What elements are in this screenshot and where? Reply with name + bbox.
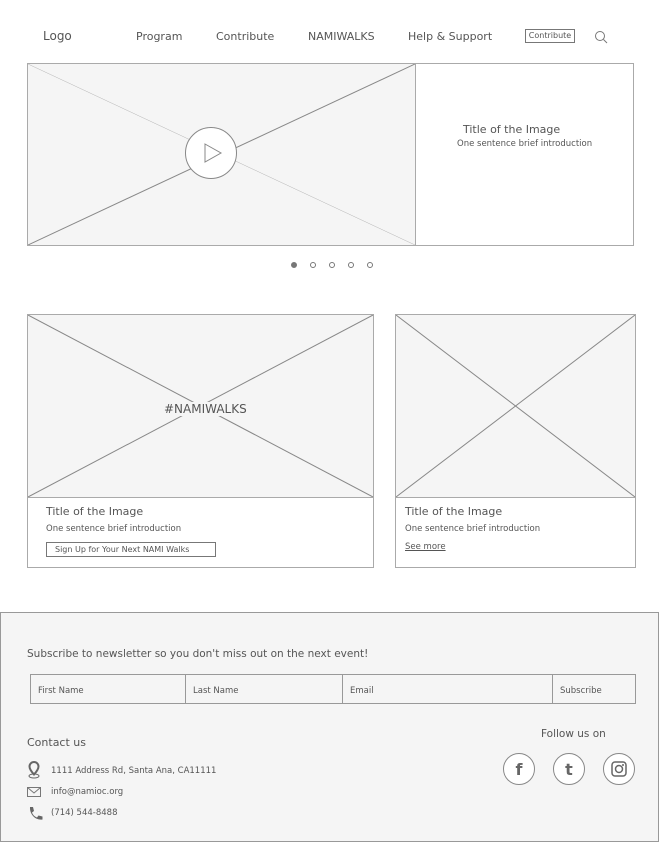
instagram-icon[interactable] (603, 753, 635, 785)
play-button[interactable] (185, 127, 237, 179)
nav-namiwalks[interactable]: NAMIWALKS (308, 30, 375, 43)
hero-title: Title of the Image (463, 123, 561, 136)
carousel-dot-1[interactable] (291, 262, 297, 268)
card-title: Title of the Image (46, 505, 144, 518)
facebook-icon[interactable]: f (503, 753, 535, 785)
contribute-button[interactable]: Contribute (525, 29, 575, 43)
card-namiwalks: #NAMIWALKS Title of the Image One senten… (27, 314, 374, 568)
namiwalks-hashtag: #NAMIWALKS (164, 402, 247, 416)
logo[interactable]: Logo (43, 29, 72, 43)
phone-icon (29, 807, 43, 820)
signup-button[interactable]: Sign Up for Your Next NAMI Walks (46, 542, 216, 557)
card-image (395, 314, 636, 498)
carousel-dot-2[interactable] (310, 262, 316, 268)
phone: (714) 544-8488 (51, 808, 118, 818)
subscribe-text: Subscribe to newsletter so you don't mis… (27, 648, 369, 660)
carousel-dot-4[interactable] (348, 262, 354, 268)
nav-program[interactable]: Program (136, 30, 182, 43)
card-title: Title of the Image (405, 505, 503, 518)
contact-title: Contact us (27, 736, 86, 749)
tumblr-glyph: t (565, 759, 573, 779)
facebook-glyph: f (515, 759, 523, 779)
address: 1111 Address Rd, Santa Ana, CA11111 (51, 766, 217, 776)
card-2: Title of the Image One sentence brief in… (395, 314, 636, 568)
search-icon[interactable] (594, 30, 608, 44)
carousel-dot-3[interactable] (329, 262, 335, 268)
play-icon (204, 143, 223, 163)
carousel-dot-5[interactable] (367, 262, 373, 268)
subscribe-button[interactable]: Subscribe (552, 674, 636, 704)
email-link[interactable]: info@namioc.org (51, 787, 123, 797)
first-name-input[interactable]: First Name (30, 674, 186, 704)
follow-title: Follow us on (541, 728, 606, 740)
tumblr-icon[interactable]: t (553, 753, 585, 785)
instagram-glyph (611, 761, 627, 777)
hero-carousel: Title of the Image One sentence brief in… (27, 63, 634, 246)
card-intro: One sentence brief introduction (405, 524, 541, 534)
mail-icon (27, 787, 41, 797)
hero-intro: One sentence brief introduction (457, 139, 593, 149)
see-more-link[interactable]: See more (405, 542, 446, 552)
nav-contribute[interactable]: Contribute (216, 30, 274, 43)
last-name-input[interactable]: Last Name (185, 674, 343, 704)
email-input[interactable]: Email (342, 674, 553, 704)
hero-video[interactable] (27, 63, 416, 246)
card-image: #NAMIWALKS (27, 314, 374, 498)
card-intro: One sentence brief introduction (46, 524, 182, 534)
nav-help-support[interactable]: Help & Support (408, 30, 492, 43)
location-icon (28, 761, 40, 779)
